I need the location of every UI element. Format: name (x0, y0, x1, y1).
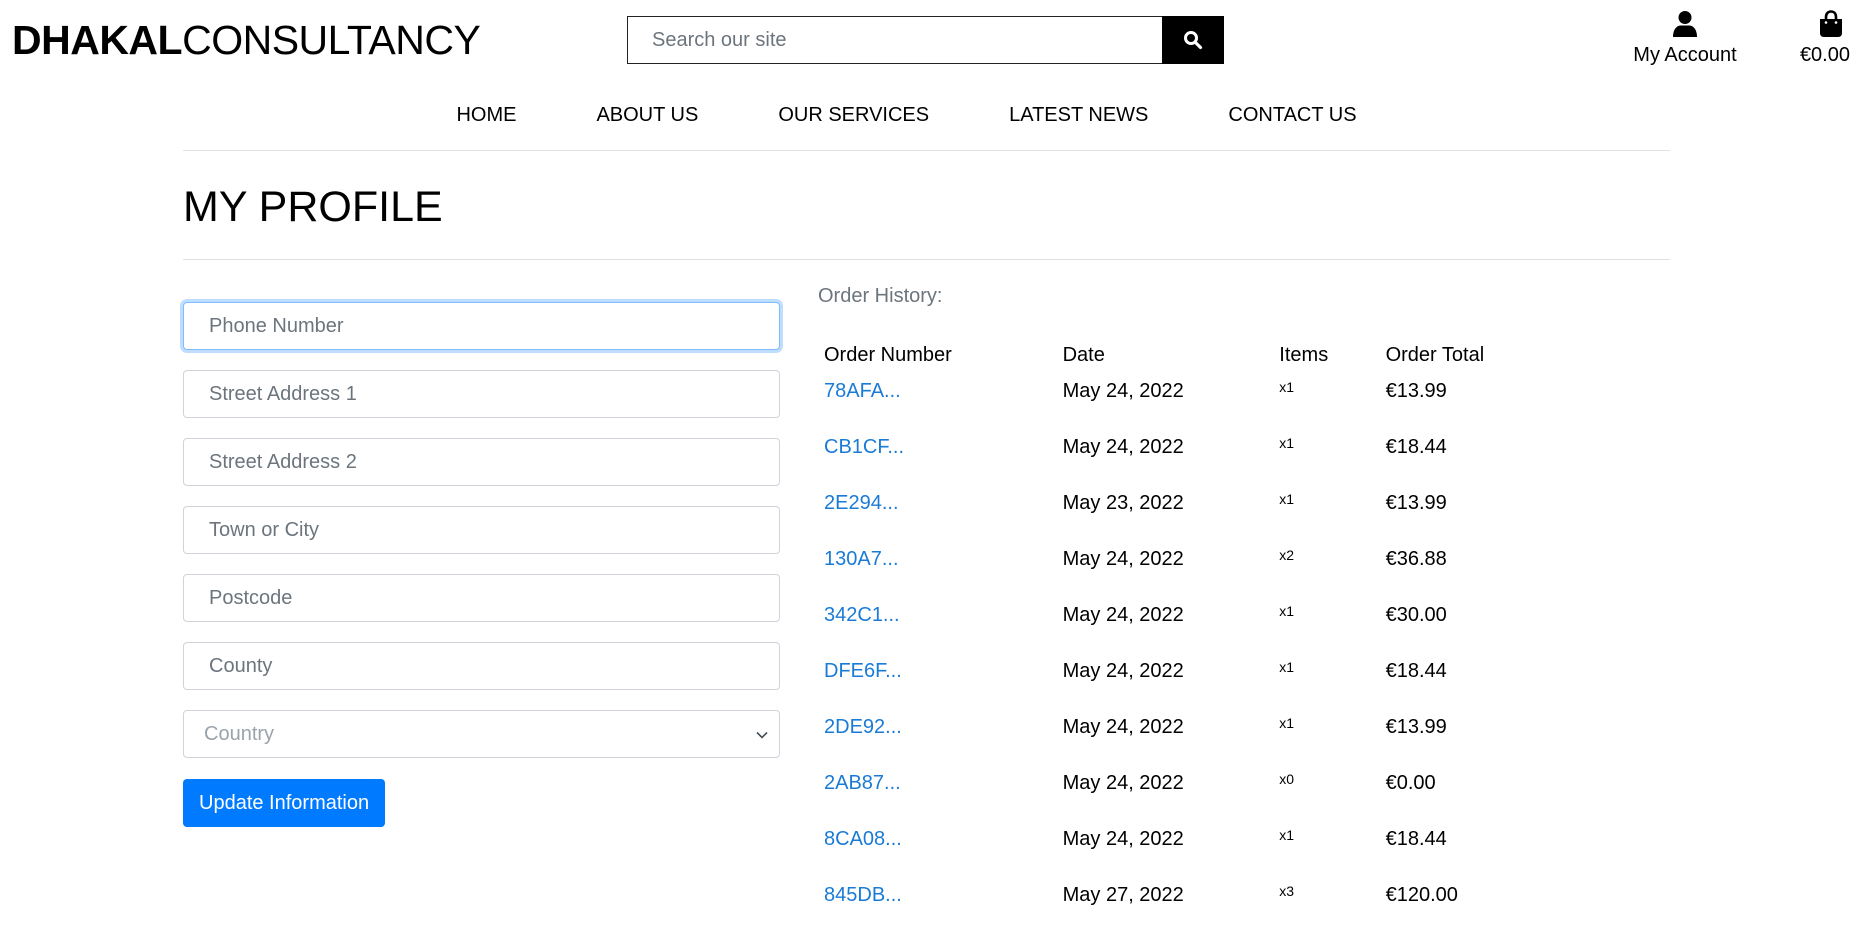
nav-our-services[interactable]: OUR SERVICES (778, 102, 929, 128)
nav-latest-news[interactable]: LATEST NEWS (1009, 102, 1148, 128)
table-row: DFE6F... May 24, 2022 x1 €18.44 (818, 658, 1518, 714)
logo-bold-text: DHAKAL (12, 17, 183, 63)
table-row: 2AB87... May 24, 2022 x0 €0.00 (818, 770, 1518, 826)
county-field[interactable] (183, 642, 780, 690)
order-total: €0.00 (1385, 772, 1436, 794)
page-title: MY PROFILE (183, 183, 443, 231)
search-button[interactable] (1162, 16, 1224, 64)
order-number-link[interactable]: CB1CF... (824, 436, 904, 458)
order-date: May 24, 2022 (1062, 604, 1184, 626)
order-total: €13.99 (1385, 380, 1447, 402)
order-items: x3 (1279, 883, 1295, 899)
nav-contact-us[interactable]: CONTACT US (1228, 102, 1356, 128)
table-row: 78AFA... May 24, 2022 x1 €13.99 (818, 378, 1518, 434)
table-row: 342C1... May 24, 2022 x1 €30.00 (818, 602, 1518, 658)
order-items: x1 (1279, 715, 1295, 731)
order-items: x1 (1279, 827, 1295, 843)
order-total: €120.00 (1385, 884, 1458, 906)
user-icon (1673, 11, 1697, 37)
order-number-link[interactable]: 8CA08... (824, 828, 902, 850)
title-divider (183, 259, 1670, 260)
order-items: x1 (1279, 379, 1295, 395)
order-date: May 24, 2022 (1062, 716, 1184, 738)
table-row: 130A7... May 24, 2022 x2 €36.88 (818, 546, 1518, 602)
search-icon (1184, 31, 1203, 50)
cart-link[interactable]: €0.00 (1780, 10, 1850, 67)
order-number-link[interactable]: DFE6F... (824, 660, 902, 682)
order-total: €13.99 (1385, 716, 1447, 738)
order-date: May 24, 2022 (1062, 380, 1184, 402)
order-history: Order History: Order Number Date Items O… (818, 285, 1518, 927)
order-items: x1 (1279, 491, 1295, 507)
order-total: €18.44 (1385, 660, 1447, 682)
street-address-2-field[interactable] (183, 438, 780, 486)
order-items: x0 (1279, 771, 1295, 787)
order-items: x2 (1279, 547, 1295, 563)
column-header-order-total: Order Total (1385, 344, 1485, 366)
order-items: x1 (1279, 659, 1295, 675)
chevron-down-icon (756, 731, 768, 739)
nav-about-us[interactable]: ABOUT US (596, 102, 698, 128)
order-date: May 24, 2022 (1062, 436, 1184, 458)
order-total: €36.88 (1385, 548, 1447, 570)
order-total: €18.44 (1385, 436, 1447, 458)
shopping-bag-icon (1820, 10, 1842, 37)
cart-total: €0.00 (1799, 44, 1850, 66)
table-row: 2DE92... May 24, 2022 x1 €13.99 (818, 714, 1518, 770)
order-number-link[interactable]: 2E294... (824, 492, 899, 514)
town-or-city-field[interactable] (183, 506, 780, 554)
my-account-link[interactable]: My Account (1620, 10, 1750, 67)
column-header-items: Items (1279, 344, 1329, 366)
table-row: CB1CF... May 24, 2022 x1 €18.44 (818, 434, 1518, 490)
order-total: €30.00 (1385, 604, 1447, 626)
column-header-order-number: Order Number (824, 344, 952, 366)
table-row: 845DB... May 27, 2022 x3 €120.00 (818, 882, 1518, 927)
country-select[interactable]: Country (183, 710, 780, 758)
site-search (627, 16, 1224, 64)
order-number-link[interactable]: 342C1... (824, 604, 900, 626)
site-logo[interactable]: DHAKALCONSULTANCY (12, 16, 481, 64)
order-history-label: Order History: (818, 285, 943, 307)
order-date: May 24, 2022 (1062, 660, 1184, 682)
order-date: May 24, 2022 (1062, 772, 1184, 794)
order-number-link[interactable]: 2AB87... (824, 772, 901, 794)
order-date: May 27, 2022 (1062, 884, 1184, 906)
order-date: May 24, 2022 (1062, 828, 1184, 850)
column-header-date: Date (1062, 344, 1105, 366)
nav-home[interactable]: HOME (456, 102, 516, 128)
order-total: €18.44 (1385, 828, 1447, 850)
postcode-field[interactable] (183, 574, 780, 622)
my-account-label: My Account (1633, 44, 1737, 66)
order-items: x1 (1279, 435, 1295, 451)
order-number-link[interactable]: 845DB... (824, 884, 902, 906)
table-row: 2E294... May 23, 2022 x1 €13.99 (818, 490, 1518, 546)
phone-number-field[interactable] (183, 302, 780, 350)
update-information-button[interactable]: Update Information (183, 779, 386, 827)
order-number-link[interactable]: 130A7... (824, 548, 899, 570)
order-number-link[interactable]: 2DE92... (824, 716, 902, 738)
table-header-row: Order Number Date Items Order Total (818, 336, 1518, 378)
street-address-1-field[interactable] (183, 370, 780, 418)
order-items: x1 (1279, 603, 1295, 619)
order-history-table: Order Number Date Items Order Total 78AF… (818, 336, 1518, 927)
order-date: May 23, 2022 (1062, 492, 1184, 514)
table-row: 8CA08... May 24, 2022 x1 €18.44 (818, 826, 1518, 882)
order-number-link[interactable]: 78AFA... (824, 380, 901, 402)
main-nav: HOME ABOUT US OUR SERVICES LATEST NEWS C… (0, 102, 1853, 128)
order-date: May 24, 2022 (1062, 548, 1184, 570)
profile-form: Country Update Information (183, 302, 780, 827)
nav-divider (183, 150, 1670, 151)
logo-light-text: CONSULTANCY (182, 17, 481, 63)
order-total: €13.99 (1385, 492, 1447, 514)
search-input[interactable] (627, 16, 1162, 64)
country-selected-value: Country (204, 722, 275, 745)
